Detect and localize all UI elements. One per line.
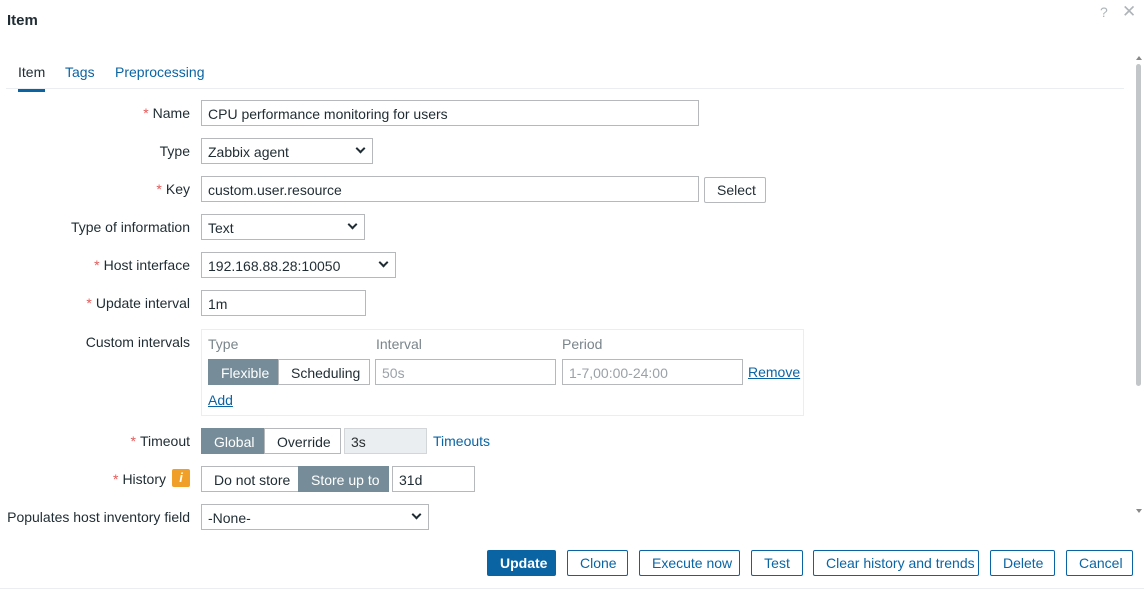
tab-bar: Item Tags Preprocessing bbox=[6, 60, 1124, 92]
execute-now-button[interactable]: Execute now bbox=[639, 550, 740, 576]
key-input[interactable]: custom.user.resource bbox=[201, 176, 699, 202]
ci-header-type: Type bbox=[208, 336, 239, 352]
delete-button[interactable]: Delete bbox=[990, 550, 1055, 576]
history-value-input[interactable]: 31d bbox=[392, 466, 475, 492]
history-do-not-store-toggle[interactable]: Do not store bbox=[201, 466, 299, 492]
key-select-button[interactable]: Select bbox=[704, 177, 766, 203]
name-label: * Name bbox=[143, 105, 190, 121]
help-icon[interactable]: ? bbox=[1100, 4, 1108, 20]
ci-header-interval: Interval bbox=[376, 336, 422, 352]
scroll-up-arrow[interactable] bbox=[1136, 56, 1142, 60]
type-of-information-select[interactable]: Text bbox=[201, 214, 365, 240]
key-label: * Key bbox=[156, 181, 190, 197]
scroll-down-arrow[interactable] bbox=[1136, 509, 1142, 513]
timeout-value-input: 3s bbox=[344, 428, 427, 454]
history-store-up-to-toggle[interactable]: Store up to bbox=[298, 466, 389, 492]
update-button[interactable]: Update bbox=[487, 550, 556, 576]
custom-intervals-label: Custom intervals bbox=[85, 334, 190, 350]
chevron-down-icon bbox=[355, 143, 366, 154]
timeouts-link[interactable]: Timeouts bbox=[433, 433, 490, 449]
update-interval-input[interactable]: 1m bbox=[201, 290, 366, 316]
tab-tags[interactable]: Tags bbox=[65, 64, 95, 88]
type-label: Type bbox=[159, 143, 190, 159]
dialog-title: Item bbox=[7, 12, 38, 29]
host-interface-label: * Host interface bbox=[94, 257, 190, 273]
inventory-field-select[interactable]: -None- bbox=[201, 504, 429, 530]
timeout-label: * Timeout bbox=[130, 433, 190, 449]
ci-header-period: Period bbox=[562, 336, 603, 352]
tab-preprocessing[interactable]: Preprocessing bbox=[115, 64, 205, 88]
tab-item[interactable]: Item bbox=[18, 64, 46, 92]
type-of-information-label: Type of information bbox=[70, 219, 190, 235]
clone-button[interactable]: Clone bbox=[567, 550, 628, 576]
history-label: * History bbox=[112, 471, 166, 487]
ci-scheduling-toggle[interactable]: Scheduling bbox=[278, 359, 370, 385]
ci-period-input[interactable]: 1-7,00:00-24:00 bbox=[562, 359, 743, 385]
inventory-field-label: Populates host inventory field bbox=[7, 509, 190, 525]
test-button[interactable]: Test bbox=[751, 550, 803, 576]
timeout-override-toggle[interactable]: Override bbox=[264, 428, 341, 454]
type-select[interactable]: Zabbix agent bbox=[201, 138, 373, 164]
timeout-global-toggle[interactable]: Global bbox=[201, 428, 265, 454]
ci-add-link[interactable]: Add bbox=[208, 392, 233, 408]
clear-history-button[interactable]: Clear history and trends bbox=[813, 550, 979, 576]
ci-remove-link[interactable]: Remove bbox=[748, 364, 800, 380]
close-icon[interactable]: ✕ bbox=[1122, 2, 1136, 22]
ci-flexible-toggle[interactable]: Flexible bbox=[208, 359, 279, 385]
scrollbar-thumb[interactable] bbox=[1136, 64, 1141, 386]
update-interval-label: * Update interval bbox=[86, 295, 190, 311]
name-input[interactable]: CPU performance monitoring for users bbox=[201, 100, 699, 126]
info-icon[interactable]: i bbox=[172, 469, 190, 487]
ci-interval-input[interactable]: 50s bbox=[375, 359, 556, 385]
chevron-down-icon bbox=[411, 509, 422, 520]
chevron-down-icon bbox=[378, 257, 389, 268]
host-interface-select[interactable]: 192.168.88.28:10050 bbox=[201, 252, 396, 278]
cancel-button[interactable]: Cancel bbox=[1066, 550, 1133, 576]
chevron-down-icon bbox=[347, 219, 358, 230]
